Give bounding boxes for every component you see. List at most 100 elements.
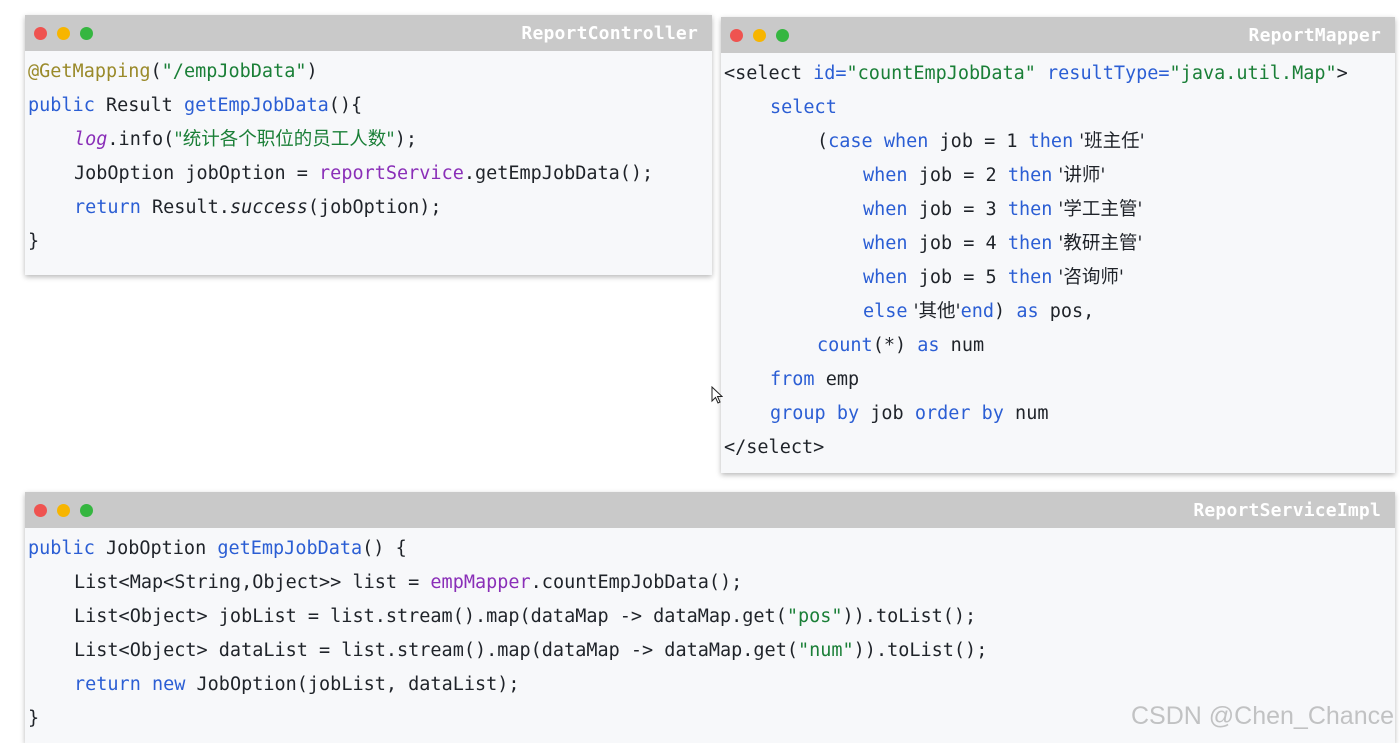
- code-line: return Result.success(jobOption);: [28, 191, 712, 225]
- keyword-token: order by: [914, 403, 1004, 424]
- code-block: <select id="countEmpJobData" resultType=…: [721, 53, 1395, 465]
- minimize-window-icon[interactable]: [57, 27, 70, 40]
- code-line: log.info("统计各个职位的员工人数");: [28, 123, 712, 157]
- code-line: return new JobOption(jobList, dataList);: [28, 668, 1395, 702]
- code-token: JobOption(jobList, dataList);: [185, 674, 520, 695]
- string-token: "pos": [786, 606, 843, 627]
- close-window-icon[interactable]: [34, 504, 47, 517]
- code-block: @GetMapping("/empJobData") public Result…: [25, 51, 712, 259]
- field-token: empMapper: [430, 572, 531, 593]
- keyword-token: group by: [770, 403, 860, 424]
- window-title: ReportMapper: [1248, 25, 1381, 46]
- code-token: ): [306, 61, 318, 82]
- code-line: @GetMapping("/empJobData"): [28, 55, 712, 89]
- code-token: );: [394, 129, 418, 150]
- keyword-token: when: [863, 267, 908, 288]
- watermark: CSDN @Chen_Chance: [1131, 702, 1395, 730]
- xml-attr-token: resultType=: [1035, 63, 1170, 84]
- keyword-token: then: [1007, 199, 1053, 220]
- code-token: job = 5: [907, 267, 1008, 288]
- code-token: .getEmpJobData();: [463, 163, 654, 184]
- code-line: when job = 4 then '教研主管': [724, 227, 1395, 261]
- string-token: "java.util.Map": [1169, 63, 1337, 84]
- keyword-token: when: [883, 131, 929, 152]
- code-token: Result.: [140, 197, 230, 218]
- code-token: pos,: [1038, 301, 1095, 322]
- string-token: "num": [797, 640, 854, 661]
- code-token: job = 1: [928, 131, 1029, 152]
- code-token: }: [28, 231, 40, 252]
- code-line: public Result getEmpJobData(){: [28, 89, 712, 123]
- keyword-token: else: [863, 301, 908, 322]
- code-line: group by job order by num: [724, 397, 1395, 431]
- code-token: job = 4: [907, 233, 1008, 254]
- window-titlebar: ReportServiceImpl: [25, 492, 1395, 528]
- keyword-token: then: [1007, 267, 1053, 288]
- code-token: () {: [362, 538, 407, 559]
- code-token: job = 2: [907, 165, 1008, 186]
- close-window-icon[interactable]: [34, 27, 47, 40]
- code-token: .countEmpJobData();: [530, 572, 743, 593]
- maximize-window-icon[interactable]: [80, 504, 93, 517]
- code-token: num: [1003, 403, 1049, 424]
- keyword-token: then: [1007, 165, 1053, 186]
- code-line: }: [28, 225, 712, 259]
- code-token: .info(: [107, 129, 175, 150]
- code-line: List<Object> dataList = list.stream().ma…: [28, 634, 1395, 668]
- code-line: from emp: [724, 363, 1395, 397]
- keyword-token: count: [817, 335, 873, 356]
- code-token: num: [939, 335, 985, 356]
- code-token: (jobOption);: [307, 197, 442, 218]
- string-token: '讲师': [1052, 165, 1106, 186]
- method-name-token: getEmpJobData: [183, 95, 329, 116]
- code-token: (: [817, 131, 829, 152]
- close-window-icon[interactable]: [730, 29, 743, 42]
- code-line: when job = 3 then '学工主管': [724, 193, 1395, 227]
- annotation-token: @GetMapping: [28, 61, 151, 82]
- xml-tag-token: </select>: [724, 437, 825, 458]
- minimize-window-icon[interactable]: [753, 29, 766, 42]
- string-token: '班主任': [1073, 131, 1145, 152]
- keyword-token: select: [770, 97, 837, 118]
- window-title: ReportController: [521, 23, 698, 44]
- keyword-token: from: [770, 369, 815, 390]
- keyword-token: return: [74, 197, 141, 218]
- keyword-token: then: [1028, 131, 1074, 152]
- code-line: public JobOption getEmpJobData() {: [28, 532, 1395, 566]
- keyword-token: public: [28, 538, 95, 559]
- code-token: (){: [328, 95, 363, 116]
- keyword-token: then: [1007, 233, 1053, 254]
- code-line: List<Map<String,Object>> list = empMappe…: [28, 566, 1395, 600]
- field-token: reportService: [319, 163, 464, 184]
- report-controller-window: ReportController @GetMapping("/empJobDat…: [25, 15, 712, 275]
- string-token: '咨询师': [1052, 267, 1124, 288]
- code-line: when job = 2 then '讲师': [724, 159, 1395, 193]
- code-token: )).toList();: [842, 606, 977, 627]
- xml-tag-token: <select: [724, 63, 814, 84]
- keyword-token: public: [28, 95, 95, 116]
- code-token: job = 3: [907, 199, 1008, 220]
- code-token: JobOption: [94, 538, 218, 559]
- code-line: List<Object> jobList = list.stream().map…: [28, 600, 1395, 634]
- code-line: </select>: [724, 431, 1395, 465]
- string-token: "统计各个职位的员工人数": [174, 129, 395, 150]
- code-token: )).toList();: [853, 640, 988, 661]
- string-token: '学工主管': [1052, 199, 1143, 220]
- static-method-token: success: [229, 197, 308, 218]
- code-token: Result: [94, 95, 184, 116]
- code-line: <select id="countEmpJobData" resultType=…: [724, 57, 1395, 91]
- report-mapper-window: ReportMapper <select id="countEmpJobData…: [721, 17, 1395, 473]
- code-token: JobOption jobOption =: [74, 163, 320, 184]
- window-titlebar: ReportController: [25, 15, 712, 51]
- field-token: log: [74, 129, 108, 150]
- keyword-token: as: [917, 335, 940, 356]
- maximize-window-icon[interactable]: [80, 27, 93, 40]
- code-token: emp: [814, 369, 860, 390]
- code-token: List<Map<String,Object>> list =: [74, 572, 431, 593]
- code-token: ): [994, 301, 1017, 322]
- window-titlebar: ReportMapper: [721, 17, 1395, 53]
- minimize-window-icon[interactable]: [57, 504, 70, 517]
- maximize-window-icon[interactable]: [776, 29, 789, 42]
- mouse-pointer-icon: [711, 386, 723, 404]
- keyword-token: new: [151, 674, 186, 695]
